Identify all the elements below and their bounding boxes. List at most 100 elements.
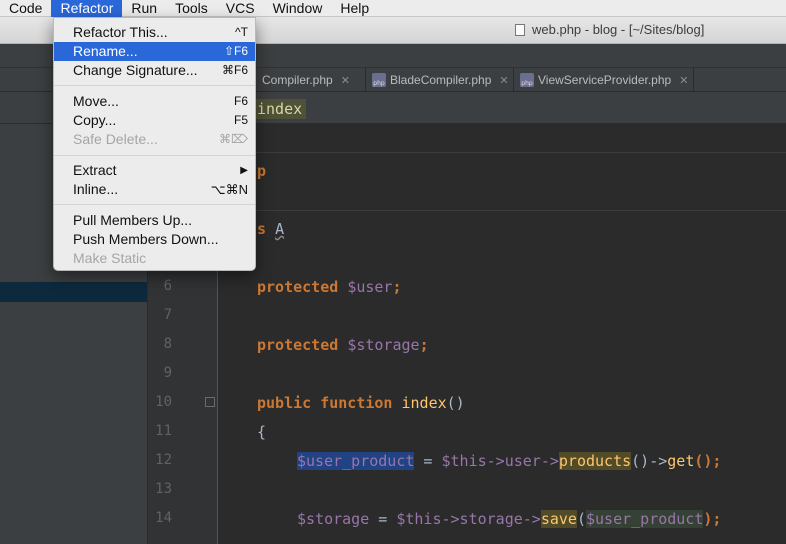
menu-item-refactor-this[interactable]: Refactor This... ^T [54,23,255,42]
close-icon[interactable]: ✕ [341,74,350,87]
menu-item-label: Inline... [73,181,119,197]
close-icon[interactable]: ✕ [679,74,688,87]
tab-viewserviceprovider[interactable]: php ViewServiceProvider.php ✕ [514,68,694,92]
menu-window[interactable]: Window [264,0,332,17]
keyword: p [257,162,267,180]
php-file-icon: php [372,73,386,87]
line-number: 13 [155,481,172,497]
close-icon[interactable]: ✕ [499,74,508,87]
class-name: A [275,220,285,238]
line-number: 12 [155,452,172,468]
code-line-8: protected $storage; [257,335,429,355]
code-line-12: $user_product = $this->user->products()-… [297,451,721,471]
shortcut: F5 [233,113,248,127]
line-number: 8 [163,336,172,352]
punct: ); [703,510,722,528]
method-call: products [558,452,632,470]
menu-item-change-signature[interactable]: Change Signature... ⌘F6 [54,61,255,80]
menu-item-label: Rename... [73,43,138,59]
tab-label: ViewServiceProvider.php [538,73,672,87]
shortcut: ⌘F6 [221,63,248,77]
variable: $user [347,278,393,296]
punct: (); [694,452,722,470]
tab-label: Compiler.php [262,73,333,87]
menu-code[interactable]: Code [0,0,51,17]
menu-refactor[interactable]: Refactor [51,0,123,17]
menu-item-label: Push Members Down... [73,231,219,247]
code-line-6: protected $user; [257,277,402,297]
this-variable: $this [396,510,442,528]
line-number: 9 [163,365,172,381]
menu-item-label: Change Signature... [73,62,198,78]
menu-item-rename[interactable]: Rename... ⇧F6 [54,42,255,61]
operator: = [414,452,442,470]
menu-item-move[interactable]: Move... F6 [54,92,255,111]
shortcut: ⇧F6 [223,44,248,58]
this-variable: $this [441,452,487,470]
shortcut: F6 [233,94,248,108]
menu-item-extract[interactable]: Extract ▶ [54,161,255,180]
menu-item-copy[interactable]: Copy... F5 [54,111,255,130]
menu-vcs[interactable]: VCS [217,0,264,17]
keyword: protected [257,336,339,354]
refactor-dropdown-menu: Refactor This... ^T Rename... ⇧F6 Change S… [53,17,256,271]
method-call: get [667,452,695,470]
breadcrumb[interactable]: index [253,99,307,119]
code-editor[interactable] [219,124,786,544]
menu-separator [54,85,255,86]
keyword: public [257,394,312,412]
line-number: 6 [163,278,172,294]
document-icon [515,24,525,36]
menu-item-label: Copy... [73,112,117,128]
operator: = [369,510,397,528]
function-name: index [401,394,447,412]
php-file-icon: php [520,73,534,87]
menu-run[interactable]: Run [122,0,166,17]
variable-highlighted: $user_product [297,452,415,470]
punct: ; [392,278,402,296]
line-number: 10 [155,394,172,410]
menu-item-label: Refactor This... [73,24,168,40]
menu-item-push-members-down[interactable]: Push Members Down... [54,230,255,249]
method-separator [219,152,786,153]
code-line-10: public function index() [257,393,465,413]
menu-item-safe-delete: Safe Delete... ⌘⌦ [54,130,255,149]
menu-item-pull-members-up[interactable]: Pull Members Up... [54,211,255,230]
tab-label: BladeCompiler.php [390,73,492,87]
variable: $storage [347,336,420,354]
member-chain: ->storage-> [441,510,541,528]
line-number: 7 [163,307,172,323]
selected-tree-row[interactable] [0,282,147,302]
variable-highlighted: $user_product [586,510,704,528]
keyword: function [320,394,393,412]
macos-menu-bar: Code Refactor Run Tools VCS Window Help [0,0,786,17]
tab-compiler[interactable]: Compiler.php ✕ [256,68,366,92]
code-line: s A [257,219,284,239]
menu-tools[interactable]: Tools [166,0,217,17]
method-separator [219,210,786,211]
menu-item-make-static: Make Static [54,249,255,268]
fold-marker-icon[interactable] [205,397,215,407]
keyword: s [257,220,267,238]
tab-bladecompiler[interactable]: php BladeCompiler.php ✕ [366,68,514,92]
punct: ; [419,336,429,354]
line-number: 14 [155,510,172,526]
submenu-arrow-icon: ▶ [240,165,248,176]
window-title: web.php - blog - [~/Sites/blog] [532,22,705,37]
code-line: p [257,161,266,181]
punct: ()-> [631,452,668,470]
brace: { [257,423,267,441]
menu-item-inline[interactable]: Inline... ⌥⌘N [54,180,255,199]
punct: ( [576,510,586,528]
menu-separator [54,204,255,205]
menu-item-label: Pull Members Up... [73,212,193,228]
shortcut: ⌥⌘N [210,182,248,197]
menu-item-label: Extract [73,162,117,178]
menu-separator [54,155,255,156]
shortcut: ^T [235,25,248,39]
keyword: protected [257,278,339,296]
code-line-14: $storage = $this->storage->save($user_pr… [297,509,721,529]
menu-help[interactable]: Help [331,0,378,17]
member-chain: ->user-> [486,452,559,470]
code-line-11: { [257,422,266,442]
